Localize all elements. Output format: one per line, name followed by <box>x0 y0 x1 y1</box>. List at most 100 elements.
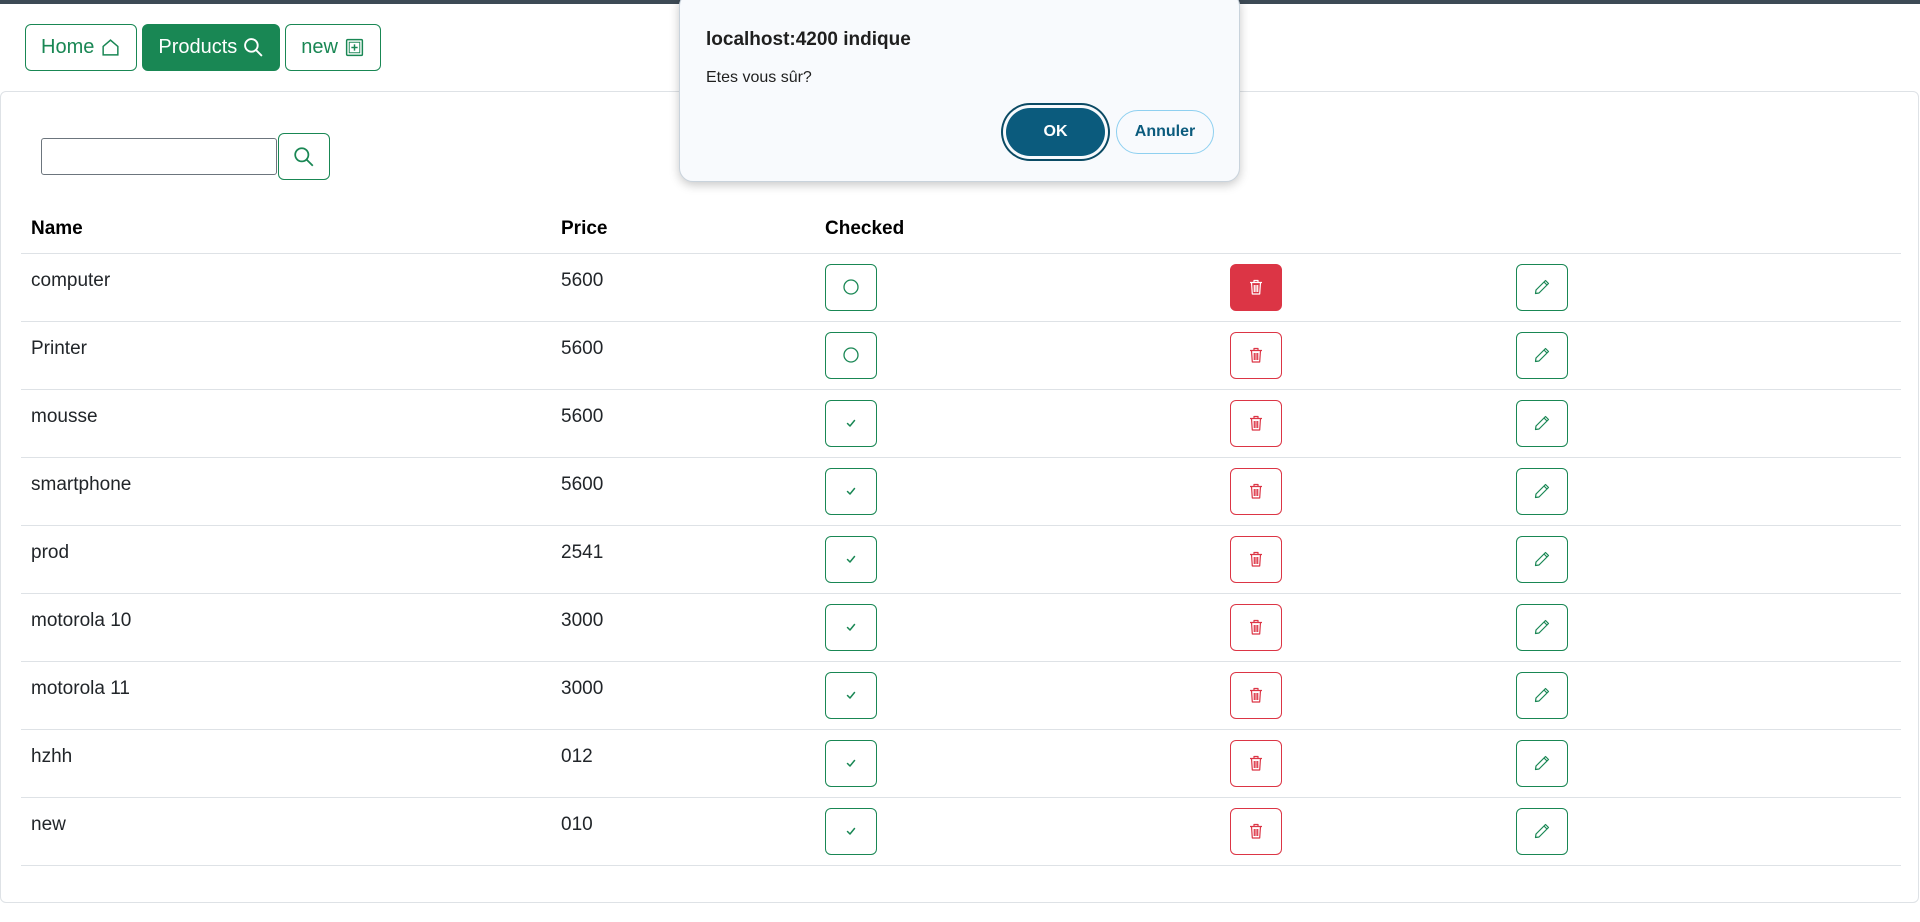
pencil-icon <box>1534 619 1550 635</box>
edit-button[interactable] <box>1516 331 1568 379</box>
delete-button[interactable] <box>1230 807 1282 855</box>
checked-cell <box>815 320 1220 389</box>
confirm-dialog: localhost:4200 indique Etes vous sûr? OK… <box>679 0 1240 182</box>
pencil-icon <box>1534 823 1550 839</box>
dialog-message: Etes vous sûr? <box>706 69 812 86</box>
edit-cell <box>1506 320 1901 389</box>
toggle-checked-button[interactable] <box>825 807 877 855</box>
dialog-ok-button[interactable]: OK <box>1006 108 1105 156</box>
check-icon <box>846 759 856 767</box>
trash-icon <box>1250 755 1262 771</box>
search-icon <box>244 38 263 57</box>
delete-button[interactable] <box>1230 739 1282 787</box>
product-name-cell: motorola 10 <box>21 592 551 661</box>
table-row: Printer 5600 <box>21 320 1901 389</box>
edit-button[interactable] <box>1516 467 1568 515</box>
table-row: hzhh 012 <box>21 728 1901 797</box>
product-price-cell: 012 <box>551 728 815 797</box>
pencil-icon <box>1534 347 1550 363</box>
column-header-delete <box>1220 205 1506 253</box>
dialog-cancel-button[interactable]: Annuler <box>1116 110 1214 154</box>
column-header-name: Name <box>31 217 83 239</box>
edit-cell <box>1506 388 1901 457</box>
edit-cell <box>1506 253 1901 321</box>
search-button[interactable] <box>278 133 330 180</box>
delete-cell <box>1220 456 1506 525</box>
toggle-checked-button[interactable] <box>825 671 877 719</box>
check-icon <box>846 555 856 563</box>
edit-button[interactable] <box>1516 603 1568 651</box>
table-row: mousse 5600 <box>21 388 1901 457</box>
edit-button[interactable] <box>1516 535 1568 583</box>
delete-cell <box>1220 320 1506 389</box>
checked-cell <box>815 728 1220 797</box>
circle-icon <box>843 279 859 295</box>
edit-cell <box>1506 660 1901 729</box>
edit-button[interactable] <box>1516 807 1568 855</box>
pencil-icon <box>1534 755 1550 771</box>
delete-button[interactable] <box>1230 603 1282 651</box>
nav-new-button[interactable]: new <box>285 24 381 71</box>
check-icon <box>846 419 856 427</box>
delete-button[interactable] <box>1230 535 1282 583</box>
toggle-checked-button[interactable] <box>825 467 877 515</box>
column-header-checked: Checked <box>825 217 905 239</box>
product-name-cell: prod <box>21 524 551 593</box>
delete-button[interactable] <box>1230 467 1282 515</box>
edit-button[interactable] <box>1516 671 1568 719</box>
toggle-checked-button[interactable] <box>825 535 877 583</box>
trash-icon <box>1250 619 1262 635</box>
edit-cell <box>1506 524 1901 593</box>
circle-icon <box>843 347 859 363</box>
products-table: Name Price Checked computer 5600 Printer 56… <box>21 205 1901 866</box>
pencil-icon <box>1534 551 1550 567</box>
delete-cell <box>1220 253 1506 321</box>
delete-cell <box>1220 388 1506 457</box>
toggle-checked-button[interactable] <box>825 399 877 447</box>
column-header-edit <box>1506 205 1901 253</box>
toggle-checked-button[interactable] <box>825 603 877 651</box>
product-price-cell: 3000 <box>551 592 815 661</box>
edit-button[interactable] <box>1516 399 1568 447</box>
delete-button[interactable] <box>1230 331 1282 379</box>
toggle-checked-button[interactable] <box>825 263 877 311</box>
nav-products-label: Products <box>158 36 238 58</box>
pencil-icon <box>1534 687 1550 703</box>
trash-icon <box>1250 415 1262 431</box>
edit-button[interactable] <box>1516 739 1568 787</box>
products-card: Name Price Checked computer 5600 Printer 56… <box>0 91 1919 903</box>
product-price-cell: 5600 <box>551 252 815 321</box>
check-icon <box>846 487 856 495</box>
delete-cell <box>1220 524 1506 593</box>
nav-home-button[interactable]: Home <box>25 24 138 71</box>
search-input[interactable] <box>41 138 277 175</box>
nav-products-button[interactable]: Products <box>142 24 281 71</box>
product-name-cell: mousse <box>21 388 551 457</box>
product-price-cell: 010 <box>551 796 815 866</box>
check-icon <box>846 691 856 699</box>
product-name-cell: motorola 11 <box>21 660 551 729</box>
pencil-icon <box>1534 483 1550 499</box>
product-name-cell: smartphone <box>21 456 551 525</box>
checked-cell <box>815 388 1220 457</box>
nav-new-label: new <box>301 36 338 58</box>
check-icon <box>846 827 856 835</box>
delete-cell <box>1220 728 1506 797</box>
trash-icon <box>1250 347 1262 363</box>
product-name-cell: Printer <box>21 320 551 389</box>
pencil-icon <box>1534 279 1550 295</box>
delete-button[interactable] <box>1230 399 1282 447</box>
trash-icon <box>1250 687 1262 703</box>
delete-button[interactable] <box>1230 263 1282 311</box>
delete-button[interactable] <box>1230 671 1282 719</box>
checked-cell <box>815 252 1220 321</box>
toggle-checked-button[interactable] <box>825 739 877 787</box>
checked-cell <box>815 796 1220 866</box>
check-icon <box>846 623 856 631</box>
toggle-checked-button[interactable] <box>825 331 877 379</box>
product-price-cell: 5600 <box>551 320 815 389</box>
product-price-cell: 2541 <box>551 524 815 593</box>
checked-cell <box>815 456 1220 525</box>
table-row: computer 5600 <box>21 252 1901 321</box>
edit-button[interactable] <box>1516 263 1568 311</box>
